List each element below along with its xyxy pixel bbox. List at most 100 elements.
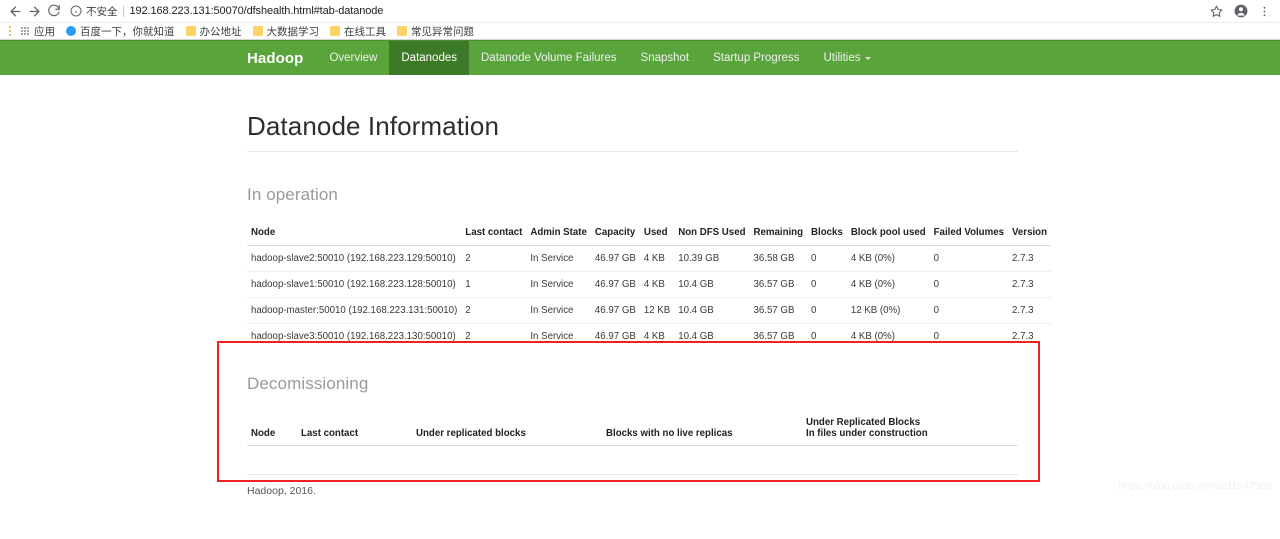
bookmarks-drag-handle-icon[interactable] [5, 25, 14, 38]
cell-node[interactable]: hadoop-master:50010 (192.168.223.131:500… [247, 297, 462, 324]
nav-item-startup-progress[interactable]: Startup Progress [701, 41, 811, 75]
cell-block-pool-used: 4 KB (0%) [846, 271, 930, 298]
cell-capacity: 46.97 GB [590, 271, 640, 298]
bookmark-item-online-tools[interactable]: 在线工具 [326, 23, 393, 40]
table-head: Node Last contact Under replicated block… [247, 412, 1018, 446]
col-header-node[interactable]: Node [247, 412, 297, 446]
nav-item-overview[interactable]: Overview [317, 41, 389, 75]
cell-version: 2.7.3 [1007, 271, 1051, 298]
cell-last-contact: 1 [461, 271, 527, 298]
bookmark-label: 在线工具 [344, 25, 386, 38]
cell-node[interactable]: hadoop-slave3:50010 (192.168.223.130:500… [247, 323, 462, 349]
cell-capacity: 46.97 GB [594, 253, 636, 264]
col-header-node[interactable]: Node [247, 221, 462, 246]
cell-last-contact: 2 [465, 253, 471, 264]
cell-capacity: 46.97 GB [590, 323, 640, 349]
page-title: Datanode Information [247, 111, 1018, 152]
bookmark-label: 应用 [34, 25, 55, 38]
cell-admin-state: In Service [530, 253, 574, 264]
bookmark-item-apps[interactable]: 应用 [16, 23, 62, 40]
info-circle-icon[interactable] [69, 4, 83, 18]
cell-capacity: 46.97 GB [590, 297, 640, 324]
cell-blocks: 0 [811, 253, 817, 264]
cell-version: 2.7.3 [1011, 253, 1034, 264]
col-header-capacity[interactable]: Capacity [590, 221, 640, 246]
reload-icon[interactable] [44, 2, 63, 21]
hadoop-brand-link[interactable]: Hadoop [247, 41, 317, 75]
omnibox-divider [122, 5, 124, 17]
col-header-last-contact[interactable]: Last contact [461, 221, 527, 246]
cell-failed-volumes: 0 [929, 323, 1008, 349]
col-header-blocks-no-live-replicas[interactable]: Blocks with no live replicas [602, 412, 802, 446]
bookmark-label: 大数据学习 [266, 25, 320, 38]
url-text[interactable]: 192.168.223.131:50070/dfshealth.html#tab… [130, 5, 384, 17]
chevron-down-icon [864, 56, 871, 60]
folder-icon [185, 26, 196, 36]
bookmark-item-office-address[interactable]: 办公地址 [182, 23, 249, 40]
nav-label: Startup Progress [713, 52, 800, 64]
cell-admin-state: In Service [526, 297, 591, 324]
col-header-blocks[interactable]: Blocks [807, 221, 847, 246]
cell-remaining: 36.57 GB [749, 297, 808, 324]
table-row: hadoop-master:50010 (192.168.223.131:500… [247, 297, 1051, 324]
bookmarks-bar: 应用 百度一下，你就知道 办公地址 大数据学习 在线工具 常见异常问题 [0, 22, 1280, 39]
cell-non-dfs-used: 10.4 GB [674, 271, 750, 298]
col-header-admin-state[interactable]: Admin State [526, 221, 591, 246]
hadoop-navbar: Hadoop Overview Datanodes Datanode Volum… [0, 40, 1280, 75]
bookmark-item-baidu[interactable]: 百度一下，你就知道 [62, 23, 182, 40]
folder-icon [252, 26, 263, 36]
col-header-non-dfs-used[interactable]: Non DFS Used [674, 221, 750, 246]
cell-remaining: 36.57 GB [749, 271, 808, 298]
nav-item-datanodes[interactable]: Datanodes [389, 41, 469, 75]
nav-item-datanode-volume-failures[interactable]: Datanode Volume Failures [469, 41, 629, 75]
address-bar[interactable]: 不安全 192.168.223.131:50070/dfshealth.html… [67, 2, 1203, 20]
cell-block-pool-used: 12 KB (0%) [846, 297, 930, 324]
col-header-line2: In files under construction [806, 428, 928, 439]
star-icon[interactable] [1209, 4, 1224, 19]
nav-label: Utilities [823, 52, 861, 64]
col-header-last-contact[interactable]: Last contact [297, 412, 412, 446]
col-header-failed-volumes[interactable]: Failed Volumes [929, 221, 1008, 246]
table-body: hadoop-slave2:50010 (192.168.223.129:500… [247, 246, 1051, 349]
cell-used: 4 KB [639, 271, 675, 298]
col-header-under-replicated-blocks-in-construction[interactable]: Under Replicated Blocks In files under c… [802, 412, 1018, 446]
section-title-decommissioning: Decomissioning [247, 374, 369, 393]
bookmark-label: 办公地址 [199, 25, 242, 38]
datanodes-in-operation-table: Node Last contact Admin State Capacity U… [247, 221, 1051, 349]
profile-avatar-icon[interactable] [1233, 4, 1248, 19]
table-head: Node Last contact Admin State Capacity U… [247, 221, 1051, 246]
nav-item-snapshot[interactable]: Snapshot [629, 41, 702, 75]
bookmark-item-common-issues[interactable]: 常见异常问题 [393, 23, 481, 40]
security-status-label: 不安全 [86, 5, 118, 18]
cell-last-contact: 2 [461, 323, 527, 349]
browser-menu-icon[interactable] [1257, 4, 1272, 19]
cell-remaining: 36.58 GB [753, 253, 795, 264]
cell-used: 12 KB [639, 297, 675, 324]
footer-text: Hadoop, 2016. [247, 485, 316, 497]
forward-icon[interactable] [25, 2, 44, 21]
cell-node[interactable]: hadoop-slave1:50010 (192.168.223.128:500… [247, 271, 462, 298]
nav-label: Snapshot [640, 52, 690, 64]
content-container: Datanode Information In operation Node L… [247, 111, 1051, 497]
col-header-under-replicated-blocks[interactable]: Under replicated blocks [412, 412, 602, 446]
decommissioning-table: Node Last contact Under replicated block… [247, 412, 1018, 446]
nav-label: Datanode Volume Failures [481, 52, 617, 64]
bookmark-item-bigdata-study[interactable]: 大数据学习 [249, 23, 327, 40]
back-icon[interactable] [6, 2, 25, 21]
col-header-line1: Under Replicated Blocks [806, 417, 921, 428]
col-header-remaining[interactable]: Remaining [749, 221, 808, 246]
nav-label: Overview [329, 52, 378, 64]
cell-block-pool-used: 4 KB (0%) [850, 253, 895, 264]
col-header-block-pool-used[interactable]: Block pool used [846, 221, 930, 246]
cell-node[interactable]: hadoop-slave2:50010 (192.168.223.129:500… [247, 246, 461, 272]
browser-toolbar: 不安全 192.168.223.131:50070/dfshealth.html… [0, 0, 1280, 22]
nav-item-utilities[interactable]: Utilities [811, 41, 882, 75]
folder-icon [397, 26, 407, 36]
col-header-version[interactable]: Version [1007, 221, 1051, 246]
cell-block-pool-used: 4 KB (0%) [846, 323, 930, 349]
bookmark-label: 百度一下，你就知道 [80, 25, 175, 38]
col-header-used[interactable]: Used [639, 221, 675, 246]
cell-used: 4 KB [639, 323, 675, 349]
bookmark-label: 常见异常问题 [411, 25, 474, 38]
apps-grid-icon [20, 26, 30, 36]
